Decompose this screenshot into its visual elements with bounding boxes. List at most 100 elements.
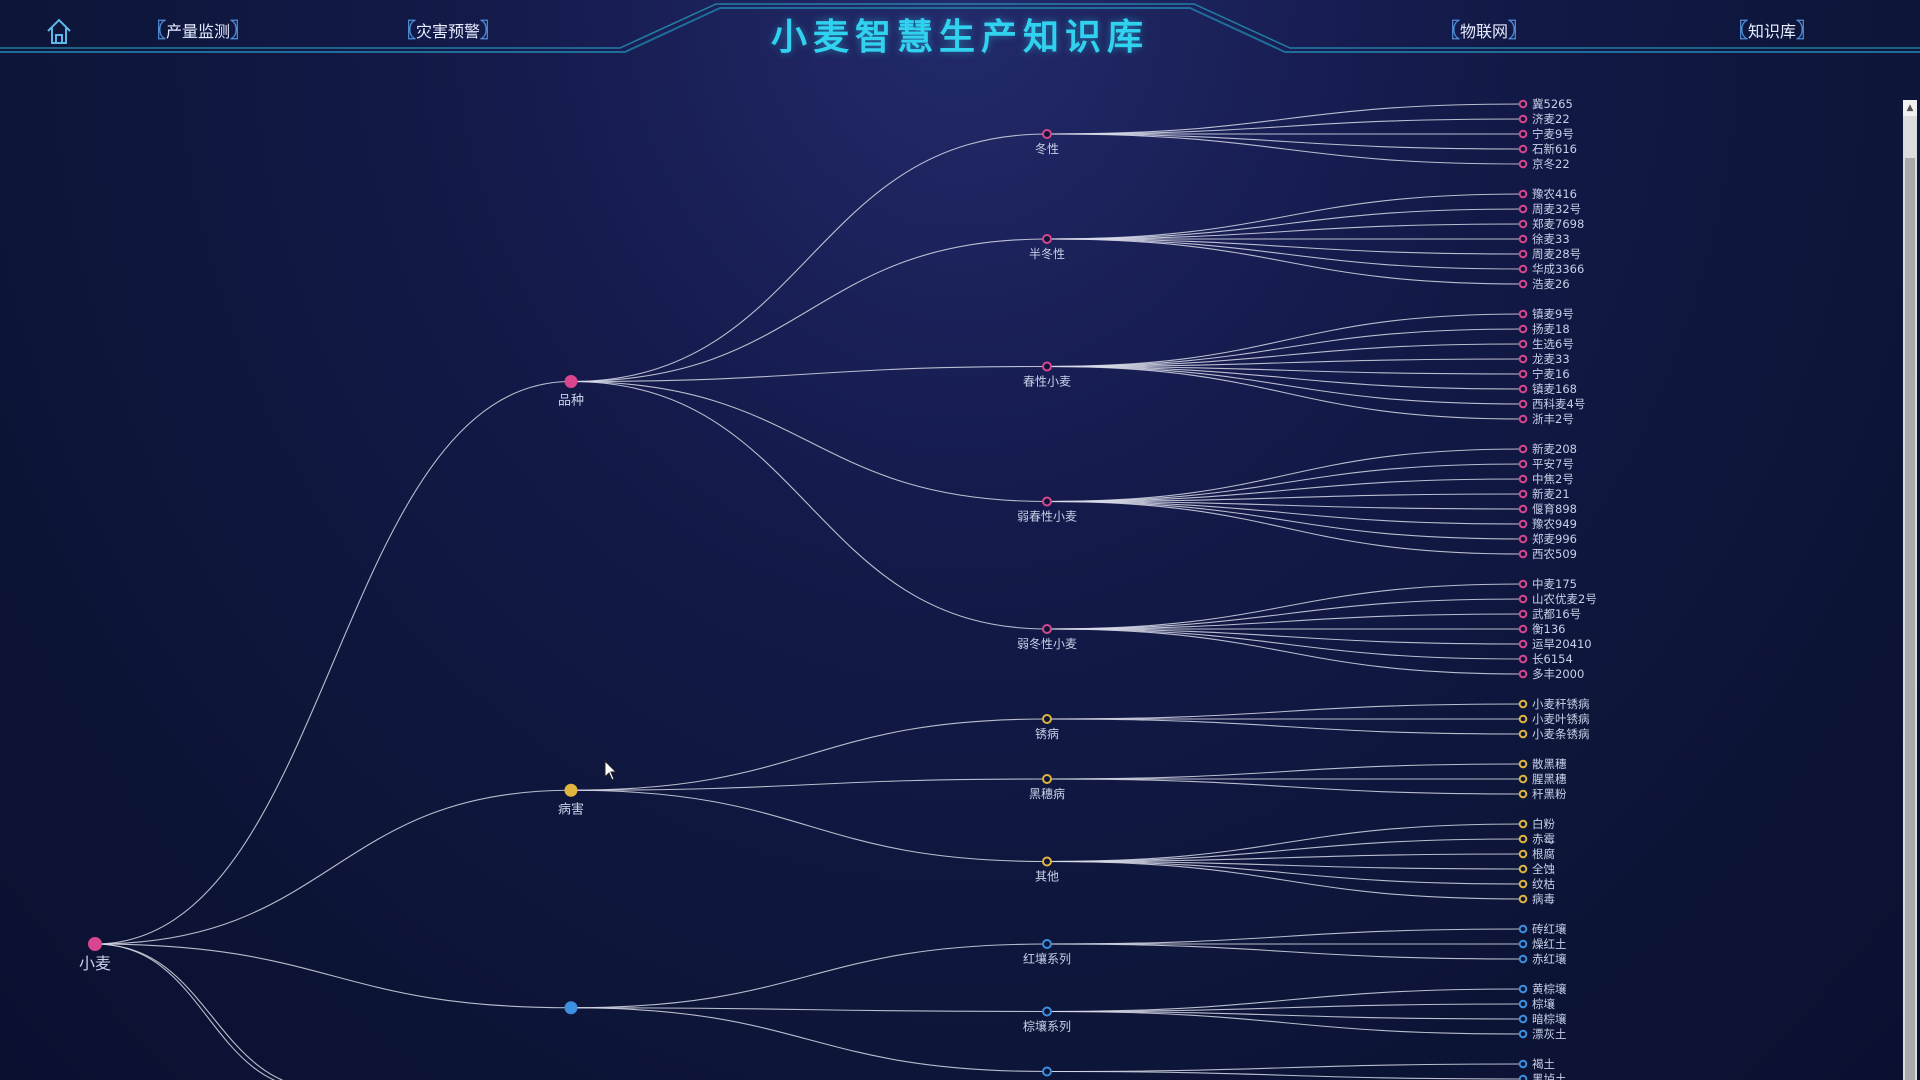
leaf-node[interactable] [1518,819,1528,829]
link-category-leaf [1046,778,1524,795]
leaf-node[interactable] [1518,504,1528,514]
category-node[interactable] [1042,1066,1052,1077]
leaf-node[interactable] [1518,879,1528,889]
leaf-node[interactable] [1518,594,1528,604]
category-node[interactable] [1042,774,1052,784]
leaf-node[interactable] [1518,369,1528,379]
leaf-node[interactable] [1518,144,1528,154]
leaf-node[interactable] [1518,999,1528,1009]
category-node[interactable] [1042,714,1052,724]
leaf-label: 中麦175 [1532,577,1577,591]
leaf-node[interactable] [1518,489,1528,499]
leaf-node[interactable] [1518,459,1528,469]
leaf-node[interactable] [1518,789,1528,799]
leaf-node[interactable] [1518,129,1528,139]
leaf-node[interactable] [1518,279,1528,289]
leaf-label: 赤霉 [1532,832,1555,846]
link-category-leaf [1046,943,1524,960]
group-node[interactable] [564,1001,578,1015]
link-root-group [94,380,572,945]
leaf-label: 周麦28号 [1532,247,1581,261]
leaf-node[interactable] [1518,399,1528,409]
leaf-node[interactable] [1518,549,1528,559]
leaf-node[interactable] [1518,204,1528,214]
leaf-label: 砖红壤 [1532,922,1567,936]
link-category-leaf [1046,823,1524,863]
leaf-node[interactable] [1518,954,1528,964]
leaf-node[interactable] [1518,984,1528,994]
leaf-node[interactable] [1518,639,1528,649]
link-category-leaf [1046,1070,1524,1080]
category-node[interactable] [1042,939,1052,949]
leaf-node[interactable] [1518,309,1528,319]
leaf-label: 西科麦4号 [1532,397,1585,411]
tree-nodes: 小麦 品种 冬性 冀5265济麦22宁麦9号石新616京冬22 半冬性 豫农416周麦32… [79,97,1597,1080]
leaf-label: 豫农949 [1532,517,1577,531]
leaf-node[interactable] [1518,519,1528,529]
leaf-node[interactable] [1518,714,1528,724]
leaf-label: 黄棕壤 [1532,982,1567,996]
leaf-label: 龙麦33 [1532,352,1570,366]
group-node[interactable] [564,783,578,797]
group-node[interactable] [564,375,578,388]
leaf-node[interactable] [1518,189,1528,199]
leaf-node[interactable] [1518,939,1528,949]
leaf-node[interactable] [1518,414,1528,424]
category-node[interactable] [1042,1006,1052,1017]
link-category-leaf [1046,1063,1524,1073]
leaf-node[interactable] [1518,654,1528,664]
leaf-node[interactable] [1518,444,1528,454]
leaf-node[interactable] [1518,159,1528,169]
leaf-node[interactable] [1518,1074,1528,1080]
leaf-node[interactable] [1518,234,1528,244]
leaf-node[interactable] [1518,1029,1528,1039]
leaf-node[interactable] [1518,339,1528,349]
leaf-node[interactable] [1518,354,1528,364]
leaf-node[interactable] [1518,864,1528,874]
category-node[interactable] [1042,129,1052,139]
category-node[interactable] [1042,496,1052,507]
leaf-node[interactable] [1518,759,1528,769]
leaf-node[interactable] [1518,834,1528,844]
leaf-node[interactable] [1518,849,1528,859]
link-group-category [570,365,1048,383]
leaf-node[interactable] [1518,924,1528,934]
leaf-node[interactable] [1518,384,1528,394]
leaf-node[interactable] [1518,264,1528,274]
leaf-node[interactable] [1518,99,1528,109]
category-node[interactable] [1042,234,1052,244]
vertical-scrollbar[interactable]: ▲ [1903,100,1917,1080]
category-node[interactable] [1042,856,1052,867]
link-category-leaf [1046,365,1524,405]
leaf-label: 病毒 [1532,892,1555,906]
category-node[interactable] [1042,361,1052,372]
leaf-node[interactable] [1518,669,1528,679]
root-node[interactable] [88,937,102,951]
leaf-node[interactable] [1518,1059,1528,1069]
scroll-up-arrow-icon[interactable]: ▲ [1903,100,1917,116]
leaf-node[interactable] [1518,324,1528,334]
leaf-node[interactable] [1518,219,1528,229]
leaf-node[interactable] [1518,729,1528,739]
leaf-node[interactable] [1518,579,1528,589]
scroll-thumb[interactable] [1905,158,1915,1080]
category-node[interactable] [1042,624,1052,634]
leaf-node[interactable] [1518,1014,1528,1024]
leaf-node[interactable] [1518,114,1528,124]
leaf-node[interactable] [1518,624,1528,634]
leaf-node[interactable] [1518,249,1528,259]
link-category-leaf [1046,500,1524,555]
leaf-node[interactable] [1518,474,1528,484]
leaf-label: 宁麦9号 [1532,127,1574,141]
leaf-label: 秆黑粉 [1532,787,1567,801]
link-category-leaf [1046,118,1524,135]
leaf-label: 冀5265 [1532,97,1573,111]
leaf-node[interactable] [1518,774,1528,784]
leaf-node[interactable] [1518,534,1528,544]
link-group-category [570,789,1048,863]
leaf-node[interactable] [1518,894,1528,904]
leaf-node[interactable] [1518,609,1528,619]
leaf-node[interactable] [1518,699,1528,709]
link-root-group [94,789,572,945]
link-category-leaf [1046,463,1524,503]
